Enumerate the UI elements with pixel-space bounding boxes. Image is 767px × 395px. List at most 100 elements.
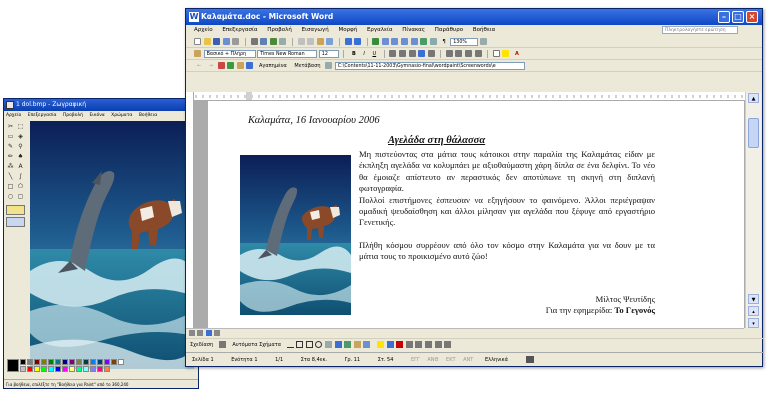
select-objects-icon[interactable]	[218, 341, 226, 348]
color-swatch[interactable]	[27, 366, 33, 372]
autoshapes-menu[interactable]: Αυτόματα Σχήματα	[232, 342, 281, 348]
drawing-icon[interactable]	[420, 38, 428, 45]
color-swatch[interactable]	[97, 366, 103, 372]
status-mode-rec[interactable]: ΕΓΓ	[411, 357, 420, 363]
next-page-icon[interactable]: ▾	[748, 318, 759, 328]
menu-edit[interactable]: Επεξεργασία	[222, 27, 257, 33]
status-mode-ovr[interactable]: ΑΝΤ	[463, 357, 473, 363]
address-field[interactable]: C:\Contents\11-11-2003\Gymnasio-final\wo…	[334, 62, 525, 70]
ellipse-icon[interactable]: ○	[6, 192, 15, 201]
scroll-thumb[interactable]	[748, 118, 759, 148]
numbering-icon[interactable]	[445, 50, 453, 57]
wordart-icon[interactable]	[334, 341, 342, 348]
text-box-icon[interactable]	[325, 341, 333, 348]
color-swatch[interactable]	[55, 359, 61, 365]
home-icon[interactable]	[236, 62, 244, 69]
favorites-menu[interactable]: Αγαπημένα	[259, 60, 287, 71]
color-swatch[interactable]	[62, 359, 68, 365]
back-icon[interactable]: ←	[197, 60, 201, 71]
spelling-status-icon[interactable]	[525, 356, 534, 363]
read-icon[interactable]	[479, 38, 487, 45]
drawing-menu[interactable]: Σχεδίαση	[190, 342, 213, 348]
scroll-down-icon[interactable]: ▼	[748, 294, 759, 304]
color-swatch[interactable]	[97, 359, 103, 365]
undo-icon[interactable]	[344, 38, 352, 45]
align-center-icon[interactable]	[398, 50, 406, 57]
rounded-rect-icon[interactable]: ▢	[16, 192, 25, 201]
magnifier-icon[interactable]: ⚲	[16, 142, 25, 151]
close-button[interactable]: ×	[746, 11, 758, 23]
menu-table[interactable]: Πίνακας	[402, 27, 425, 33]
rectangle-tool-icon[interactable]	[305, 341, 313, 348]
curve-icon[interactable]: ∫	[16, 172, 25, 181]
columns-icon[interactable]	[410, 38, 418, 45]
color-swatch[interactable]	[48, 366, 54, 372]
paint-menu-colors[interactable]: Χρώματα	[111, 113, 132, 118]
paint-title-bar[interactable]: 1 dol.bmp - Ζωγραφική	[4, 99, 198, 111]
line-spacing-icon[interactable]	[427, 50, 435, 57]
insert-excel-icon[interactable]	[401, 38, 409, 45]
tool-option-icon[interactable]	[6, 205, 25, 215]
font-color-draw-icon[interactable]	[396, 341, 404, 348]
fill-color-icon[interactable]	[377, 341, 385, 348]
email-icon[interactable]	[232, 38, 240, 45]
paint-menu-help[interactable]: Βοήθεια	[139, 113, 157, 118]
format-painter-icon[interactable]	[326, 38, 334, 45]
color-swatch[interactable]	[104, 366, 110, 372]
align-right-icon[interactable]	[408, 50, 416, 57]
diagram-icon[interactable]	[344, 341, 352, 348]
vertical-scrollbar[interactable]: ▲ ▼ ▴ ▾	[745, 92, 761, 328]
font-color-icon[interactable]: A	[515, 48, 519, 59]
current-color-swatch[interactable]	[7, 359, 19, 372]
color-swatch[interactable]	[62, 366, 68, 372]
tool-option-icon[interactable]	[6, 217, 25, 227]
arrow-style-icon[interactable]	[425, 341, 432, 348]
clip-art-icon[interactable]	[353, 341, 361, 348]
menu-insert[interactable]: Εισαγωγή	[302, 27, 329, 33]
hyperlink-icon[interactable]	[372, 38, 380, 45]
oval-tool-icon[interactable]	[315, 341, 323, 348]
open-folder-icon[interactable]	[203, 38, 211, 45]
color-swatch[interactable]	[69, 366, 75, 372]
color-swatch[interactable]	[118, 359, 124, 365]
pencil-icon[interactable]: ✏	[6, 152, 15, 161]
polygon-icon[interactable]: ⬠	[16, 182, 25, 191]
vertical-ruler[interactable]	[186, 92, 194, 328]
print-layout-icon[interactable]	[205, 330, 212, 336]
status-mode-ext[interactable]: ΕΚΤ	[446, 357, 456, 363]
web-view-icon[interactable]	[197, 330, 204, 336]
document-page[interactable]: Καλαμάτα, 16 Ιανουαρίου 2006 Αγελάδα στη…	[208, 101, 744, 328]
menu-format[interactable]: Μορφή	[338, 27, 357, 33]
zoom-select[interactable]: 130%	[450, 38, 479, 46]
color-swatch[interactable]	[34, 366, 40, 372]
search-web-icon[interactable]	[246, 62, 254, 69]
spelling-icon[interactable]	[269, 38, 277, 45]
font-size-select[interactable]: 12	[318, 50, 339, 58]
horizontal-ruler[interactable]	[194, 92, 746, 101]
font-select[interactable]: Times New Roman	[257, 50, 318, 58]
document-photo[interactable]	[240, 155, 351, 315]
minimize-button[interactable]: –	[718, 11, 730, 23]
print-icon[interactable]	[250, 38, 258, 45]
color-swatch[interactable]	[111, 359, 117, 365]
increase-indent-icon[interactable]	[474, 50, 482, 57]
menu-file[interactable]: Αρχείο	[194, 27, 213, 33]
new-document-icon[interactable]	[194, 38, 201, 45]
color-swatch[interactable]	[90, 366, 96, 372]
paint-menu-file[interactable]: Αρχείο	[6, 113, 21, 118]
decrease-indent-icon[interactable]	[465, 50, 473, 57]
color-swatch[interactable]	[76, 366, 82, 372]
scroll-up-icon[interactable]: ▲	[748, 93, 759, 103]
color-swatch[interactable]	[41, 359, 47, 365]
color-swatch[interactable]	[27, 359, 33, 365]
tables-borders-icon[interactable]	[381, 38, 389, 45]
menu-window[interactable]: Παράθυρο	[435, 27, 463, 33]
document-area[interactable]: Καλαμάτα, 16 Ιανουαρίου 2006 Αγελάδα στη…	[194, 101, 746, 328]
insert-picture-icon[interactable]	[363, 341, 371, 348]
bold-icon[interactable]: B	[352, 48, 356, 59]
show-web-only-icon[interactable]	[325, 62, 333, 69]
print-preview-icon[interactable]	[260, 38, 268, 45]
picker-icon[interactable]: ✎	[6, 142, 15, 151]
document-map-icon[interactable]	[429, 38, 437, 45]
color-swatch[interactable]	[48, 359, 54, 365]
